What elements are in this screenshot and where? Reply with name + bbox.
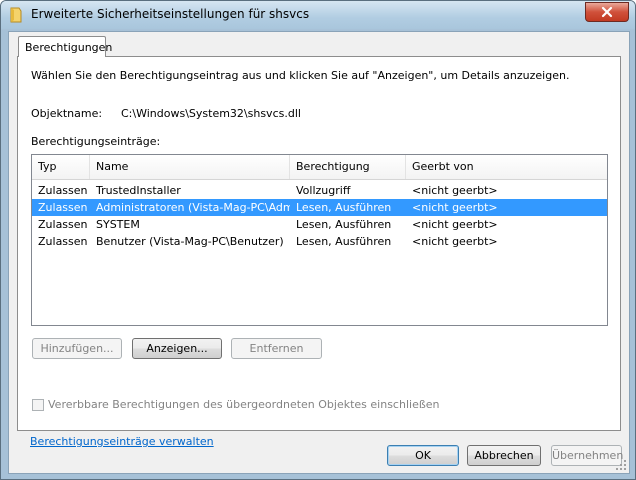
column-header-geerbt-von[interactable]: Geerbt von: [406, 155, 607, 179]
list-header: Typ Name Berechtigung Geerbt von: [32, 155, 607, 180]
column-header-berechtigung[interactable]: Berechtigung: [290, 155, 406, 179]
table-row-selected[interactable]: Zulassen Administratoren (Vista-Mag-PC\A…: [32, 199, 607, 216]
permission-entries-list[interactable]: Typ Name Berechtigung Geerbt von Zulasse…: [31, 154, 608, 326]
ok-button[interactable]: OK: [387, 445, 459, 466]
table-row[interactable]: Zulassen Benutzer (Vista-Mag-PC\Benutzer…: [32, 233, 607, 250]
cell-permission: Lesen, Ausführen: [296, 235, 392, 248]
tab-berechtigungen[interactable]: Berechtigungen: [18, 36, 112, 57]
manage-entries-link[interactable]: Berechtigungseinträge verwalten: [30, 435, 214, 448]
add-button[interactable]: Hinzufügen...: [32, 338, 122, 359]
title-bar[interactable]: Erweiterte Sicherheitseinstellungen für …: [1, 1, 635, 29]
object-name-value: C:\Windows\System32\shsvcs.dll: [121, 107, 301, 120]
dialog-client-area: Berechtigungen Wählen Sie den Berechtigu…: [8, 31, 630, 474]
resize-grip-icon[interactable]: [616, 460, 627, 471]
table-row[interactable]: Zulassen SYSTEM Lesen, Ausführen <nicht …: [32, 216, 607, 233]
apply-button[interactable]: Übernehmen: [551, 445, 623, 466]
inherit-checkbox-label: Vererbbare Berechtigungen des übergeordn…: [48, 398, 440, 411]
cell-type: Zulassen: [38, 184, 88, 197]
remove-button[interactable]: Entfernen: [231, 338, 322, 359]
cell-type: Zulassen: [38, 218, 88, 231]
folder-icon: [9, 7, 23, 23]
cell-inherited: <nicht geerbt>: [412, 218, 498, 231]
tab-page: Wählen Sie den Berechtigungseintrag aus …: [17, 56, 621, 448]
entries-label: Berechtigungseinträge:: [31, 135, 161, 148]
close-icon: [601, 6, 613, 18]
dialog-window: Erweiterte Sicherheitseinstellungen für …: [0, 0, 636, 480]
window-title: Erweiterte Sicherheitseinstellungen für …: [31, 7, 310, 21]
close-button[interactable]: [585, 2, 629, 22]
cell-type: Zulassen: [38, 201, 88, 214]
object-name-label: Objektname:: [31, 107, 103, 120]
column-header-typ[interactable]: Typ: [32, 155, 90, 179]
cell-permission: Lesen, Ausführen: [296, 218, 392, 231]
cell-name: Benutzer (Vista-Mag-PC\Benutzer): [96, 235, 284, 248]
column-header-name[interactable]: Name: [90, 155, 290, 179]
cell-name: SYSTEM: [96, 218, 140, 231]
cell-permission: Vollzugriff: [296, 184, 351, 197]
table-row[interactable]: Zulassen TrustedInstaller Vollzugriff <n…: [32, 182, 607, 199]
cell-name: TrustedInstaller: [96, 184, 181, 197]
cell-name: Administratoren (Vista-Mag-PC\Admi...: [96, 201, 290, 214]
cell-permission: Lesen, Ausführen: [296, 201, 392, 214]
cell-inherited: <nicht geerbt>: [412, 235, 498, 248]
tab-label: Berechtigungen: [25, 41, 113, 54]
cell-inherited: <nicht geerbt>: [412, 184, 498, 197]
cancel-button[interactable]: Abbrechen: [467, 445, 541, 466]
cell-inherited: <nicht geerbt>: [412, 201, 498, 214]
view-button[interactable]: Anzeigen...: [132, 338, 222, 359]
cell-type: Zulassen: [38, 235, 88, 248]
intro-text: Wählen Sie den Berechtigungseintrag aus …: [31, 69, 570, 82]
inherit-checkbox[interactable]: [32, 399, 44, 411]
